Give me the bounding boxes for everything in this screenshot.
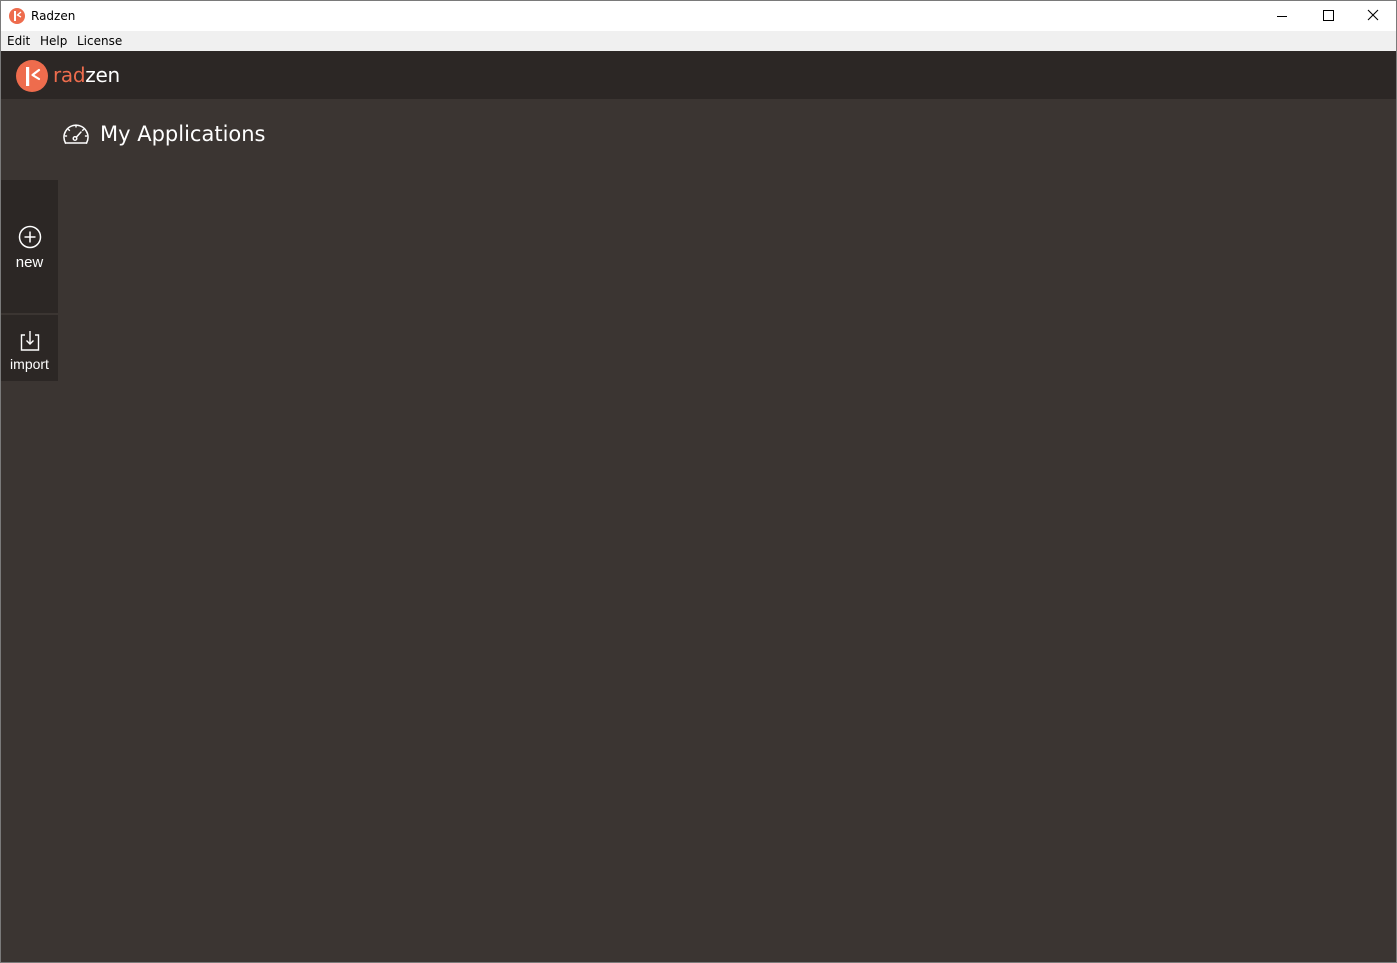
menu-help[interactable]: Help: [40, 34, 67, 48]
title-bar[interactable]: Radzen: [1, 1, 1396, 31]
minimize-button[interactable]: [1259, 1, 1305, 31]
logo-wordmark-accent: rad: [53, 63, 86, 87]
window-title: Radzen: [31, 9, 76, 23]
plus-circle-icon: [18, 225, 42, 249]
menu-license[interactable]: License: [77, 34, 122, 48]
app-header: radzen: [1, 51, 1396, 99]
app-window: Radzen Edit Help License radzen My Appli…: [0, 0, 1397, 963]
maximize-button[interactable]: [1305, 1, 1351, 31]
import-button-label: import: [10, 356, 49, 372]
dashboard-gauge-icon: [63, 124, 89, 144]
close-icon: [1367, 9, 1379, 21]
close-button[interactable]: [1350, 1, 1396, 31]
maximize-icon: [1323, 10, 1334, 21]
logo-wordmark-main: zen: [85, 63, 120, 87]
new-application-button[interactable]: new: [1, 180, 58, 313]
radzen-logo-icon[interactable]: [16, 60, 48, 92]
minimize-icon: [1277, 16, 1287, 17]
menu-edit[interactable]: Edit: [7, 34, 30, 48]
import-download-icon: [20, 331, 40, 351]
new-button-label: new: [15, 254, 44, 271]
logo-wordmark[interactable]: radzen: [53, 63, 120, 87]
menu-bar: Edit Help License: [1, 31, 1396, 51]
import-application-button[interactable]: import: [1, 315, 58, 381]
radzen-app-icon: [9, 8, 25, 24]
page-title: My Applications: [100, 122, 266, 146]
